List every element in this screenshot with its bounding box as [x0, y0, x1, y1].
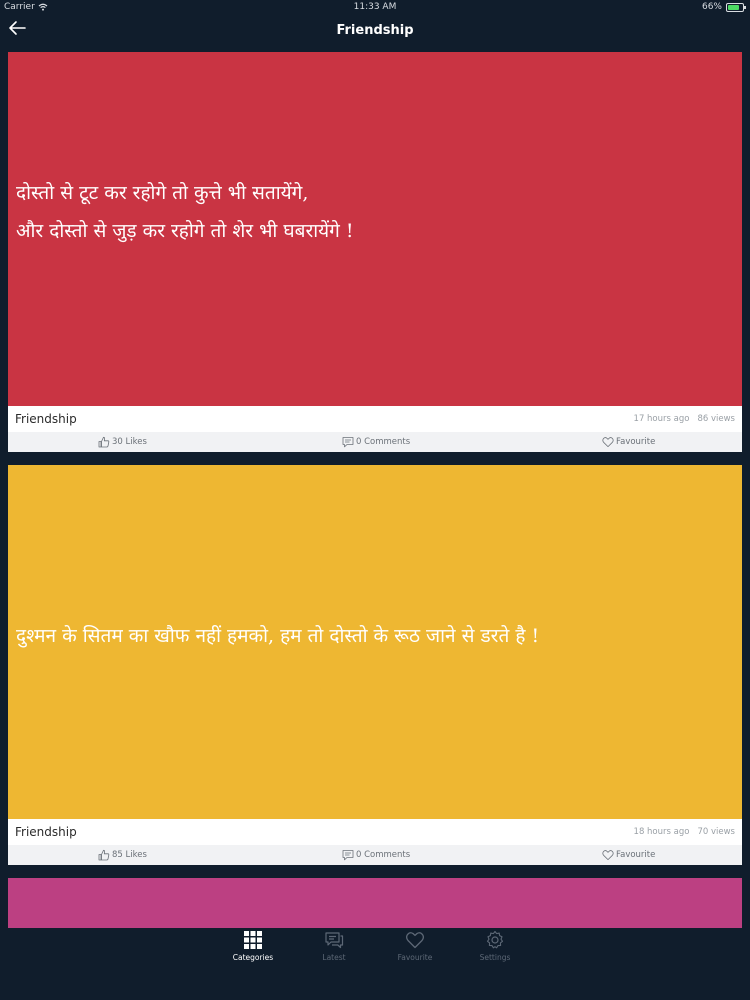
back-button[interactable]	[8, 20, 30, 40]
comment-count: 0 Comments	[356, 850, 411, 860]
comment-icon	[342, 437, 354, 448]
post-category[interactable]: Friendship	[15, 825, 77, 839]
favourite-button[interactable]: Favourite	[602, 436, 655, 448]
like-button[interactable]: 30 Likes	[98, 436, 147, 448]
post-time: 17 hours ago	[633, 414, 690, 424]
thumbs-up-icon	[98, 849, 110, 861]
like-count: 30 Likes	[112, 437, 147, 447]
quote-image[interactable]: दोस्तो से टूट कर रहोगे तो कुत्ते भी सताय…	[8, 52, 742, 406]
quote-text: दोस्तो से टूट कर रहोगे तो कुत्ते भी सताय…	[16, 181, 354, 242]
favourite-button[interactable]: Favourite	[602, 849, 655, 861]
heart-icon	[602, 437, 614, 447]
battery-icon	[726, 2, 746, 12]
status-bar: Carrier 11:33 AM 66%	[0, 0, 750, 14]
comment-count: 0 Comments	[356, 437, 411, 447]
status-right: 66%	[701, 2, 746, 12]
post-meta: Friendship 18 hours ago 70 views	[8, 819, 742, 845]
like-button[interactable]: 85 Likes	[98, 849, 147, 861]
post-card: दोस्तो से टूट कर रहोगे तो कुत्ते भी सताय…	[8, 52, 742, 452]
heart-icon	[405, 932, 425, 949]
post-actions: 30 Likes 0 Comments Favourite	[8, 432, 742, 452]
next-post-preview[interactable]	[8, 878, 742, 928]
post-info: 17 hours ago 86 views	[634, 414, 735, 424]
post-info: 18 hours ago 70 views	[634, 827, 735, 837]
battery-percent: 66%	[701, 2, 722, 12]
tab-label: Settings	[479, 953, 511, 962]
tab-label: Favourite	[397, 953, 433, 962]
post-card: दुश्मन के सितम का खौफ नहीं हमको, हम तो द…	[8, 465, 742, 865]
nav-bar: Friendship	[0, 14, 750, 48]
comment-button[interactable]: 0 Comments	[342, 436, 410, 448]
like-count: 85 Likes	[112, 850, 147, 860]
chat-icon	[325, 932, 344, 949]
quote-text: दुश्मन के सितम का खौफ नहीं हमको, हम तो द…	[16, 625, 540, 647]
post-views: 70 views	[697, 827, 735, 837]
post-time: 18 hours ago	[633, 827, 690, 837]
tab-label: Categories	[232, 953, 274, 962]
post-actions: 85 Likes 0 Comments Favourite	[8, 845, 742, 865]
thumbs-up-icon	[98, 436, 110, 448]
tab-latest[interactable]: Latest	[304, 930, 364, 962]
page-title: Friendship	[336, 23, 414, 38]
quote-image[interactable]: दुश्मन के सितम का खौफ नहीं हमको, हम तो द…	[8, 465, 742, 819]
gear-icon	[486, 930, 504, 949]
post-meta: Friendship 17 hours ago 86 views	[8, 406, 742, 432]
grid-icon	[244, 931, 262, 949]
tab-favourite[interactable]: Favourite	[385, 930, 445, 962]
post-category[interactable]: Friendship	[15, 412, 77, 426]
favourite-label: Favourite	[616, 437, 656, 447]
comment-icon	[342, 850, 354, 861]
comment-button[interactable]: 0 Comments	[342, 849, 410, 861]
tab-label: Latest	[322, 953, 346, 962]
post-views: 86 views	[697, 414, 735, 424]
tab-settings[interactable]: Settings	[465, 930, 525, 962]
clock: 11:33 AM	[353, 2, 397, 12]
tab-bar: Categories Latest Favourite Settings	[0, 928, 750, 1000]
favourite-label: Favourite	[616, 850, 656, 860]
back-arrow-icon	[9, 21, 26, 35]
tab-categories[interactable]: Categories	[223, 930, 283, 962]
heart-icon	[602, 850, 614, 860]
